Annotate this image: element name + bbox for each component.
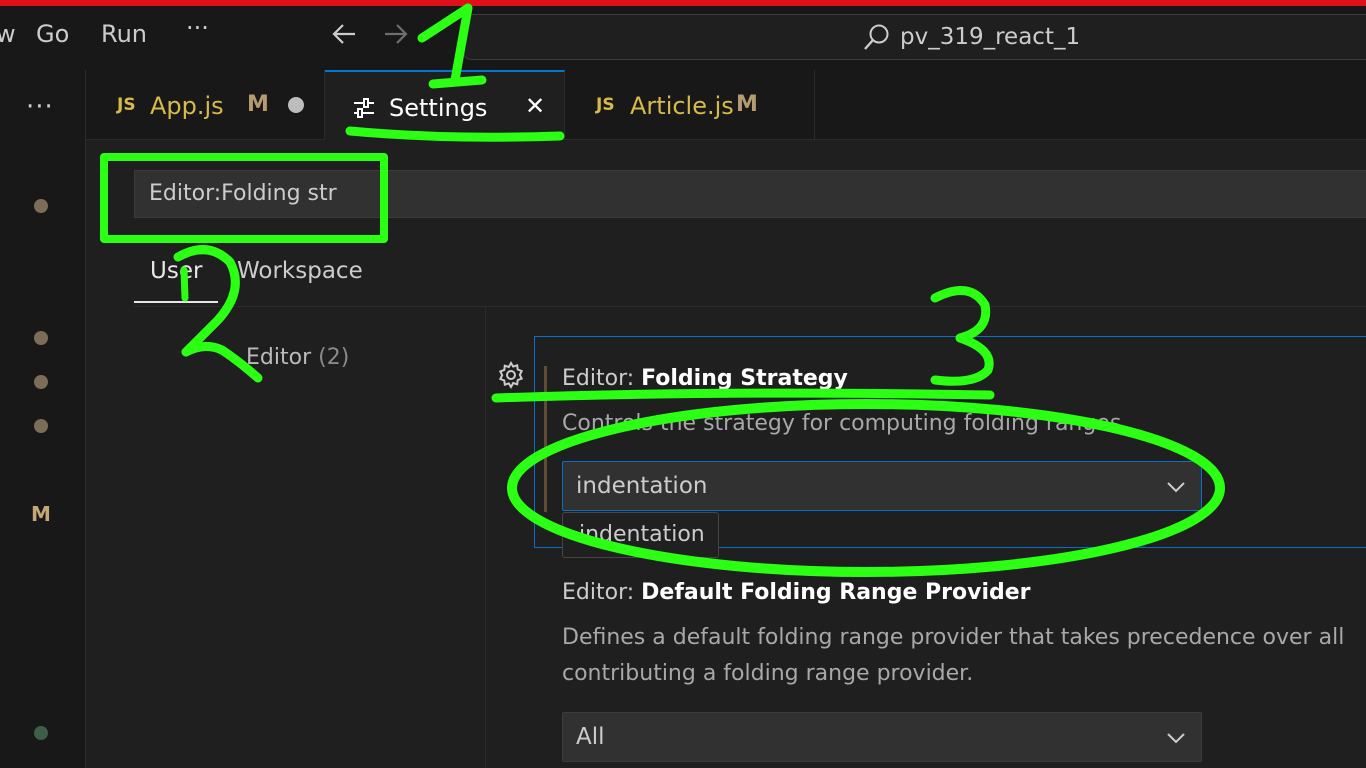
settings-editor: Editor:Folding str User Workspace Editor… (86, 140, 1366, 768)
modified-badge: M (31, 502, 51, 526)
tab-label: App.js (150, 92, 224, 120)
js-file-icon: JS (596, 95, 615, 115)
activity-item-dot[interactable] (34, 375, 48, 389)
tab-settings[interactable]: Settings ✕ (325, 70, 565, 141)
tab-modified-indicator: M (736, 92, 758, 117)
activity-bar: ··· M (0, 70, 86, 768)
default-folding-provider-select[interactable]: All (562, 712, 1202, 762)
js-file-icon: JS (117, 95, 136, 115)
activity-item-dot[interactable] (34, 419, 48, 433)
settings-search-input[interactable]: Editor:Folding str (134, 170, 1366, 218)
settings-toc: Editor (2) (86, 307, 486, 768)
tab-modified-indicator: M (247, 92, 269, 117)
setting-description: Controls the strategy for computing fold… (562, 411, 1129, 436)
setting-description-line: contributing a folding range provider. (562, 661, 974, 686)
menu-more[interactable]: ··· (186, 14, 209, 42)
select-dropdown: indentation (562, 512, 719, 558)
menu-run[interactable]: Run (101, 20, 147, 48)
command-center[interactable]: pv_319_react_1 (463, 14, 1366, 60)
gear-icon[interactable] (496, 360, 526, 394)
toc-item-editor[interactable]: Editor (2) (246, 345, 349, 370)
tab-app-js[interactable]: JS App.js M (86, 70, 325, 140)
tab-article-js[interactable]: JS Article.js M (565, 70, 815, 140)
settings-sliders-icon (352, 97, 376, 123)
activity-item-dot[interactable] (34, 199, 48, 213)
setting-description-line: Defines a default folding range provider… (562, 625, 1345, 650)
activity-item-dot[interactable] (34, 331, 48, 345)
setting-title: Editor: Folding Strategy (562, 366, 848, 391)
search-value: Editor:Folding str (149, 181, 337, 206)
tab-bar: JS App.js M Settings ✕ JS Article.js M (86, 70, 1366, 141)
select-value: All (576, 724, 605, 750)
tab-workspace[interactable]: Workspace (237, 258, 363, 284)
activity-item-dot[interactable] (34, 726, 48, 740)
tab-label: Settings (389, 94, 488, 122)
menu-go[interactable]: Go (36, 20, 69, 48)
chevron-down-icon (1165, 477, 1187, 501)
forward-arrow-icon[interactable] (382, 20, 410, 52)
unsaved-dot-icon[interactable] (288, 97, 304, 113)
title-bar: w Go Run ··· pv_319_react_1 (0, 6, 1366, 70)
menu-view-partial[interactable]: w (0, 20, 16, 48)
tab-user[interactable]: User (150, 258, 202, 284)
tab-label: Article.js (630, 92, 734, 120)
more-icon[interactable]: ··· (26, 92, 54, 122)
active-scope-indicator (134, 301, 218, 303)
search-icon (862, 23, 890, 57)
chevron-down-icon (1165, 728, 1187, 752)
back-arrow-icon[interactable] (330, 20, 358, 52)
dropdown-option[interactable]: indentation (579, 522, 705, 547)
workspace-name: pv_319_react_1 (900, 24, 1081, 50)
select-value: indentation (576, 473, 708, 499)
folding-strategy-select[interactable]: indentation (562, 461, 1202, 511)
setting-title: Editor: Default Folding Range Provider (562, 580, 1031, 605)
modified-indicator-bar (544, 366, 547, 512)
close-icon[interactable]: ✕ (525, 92, 545, 120)
